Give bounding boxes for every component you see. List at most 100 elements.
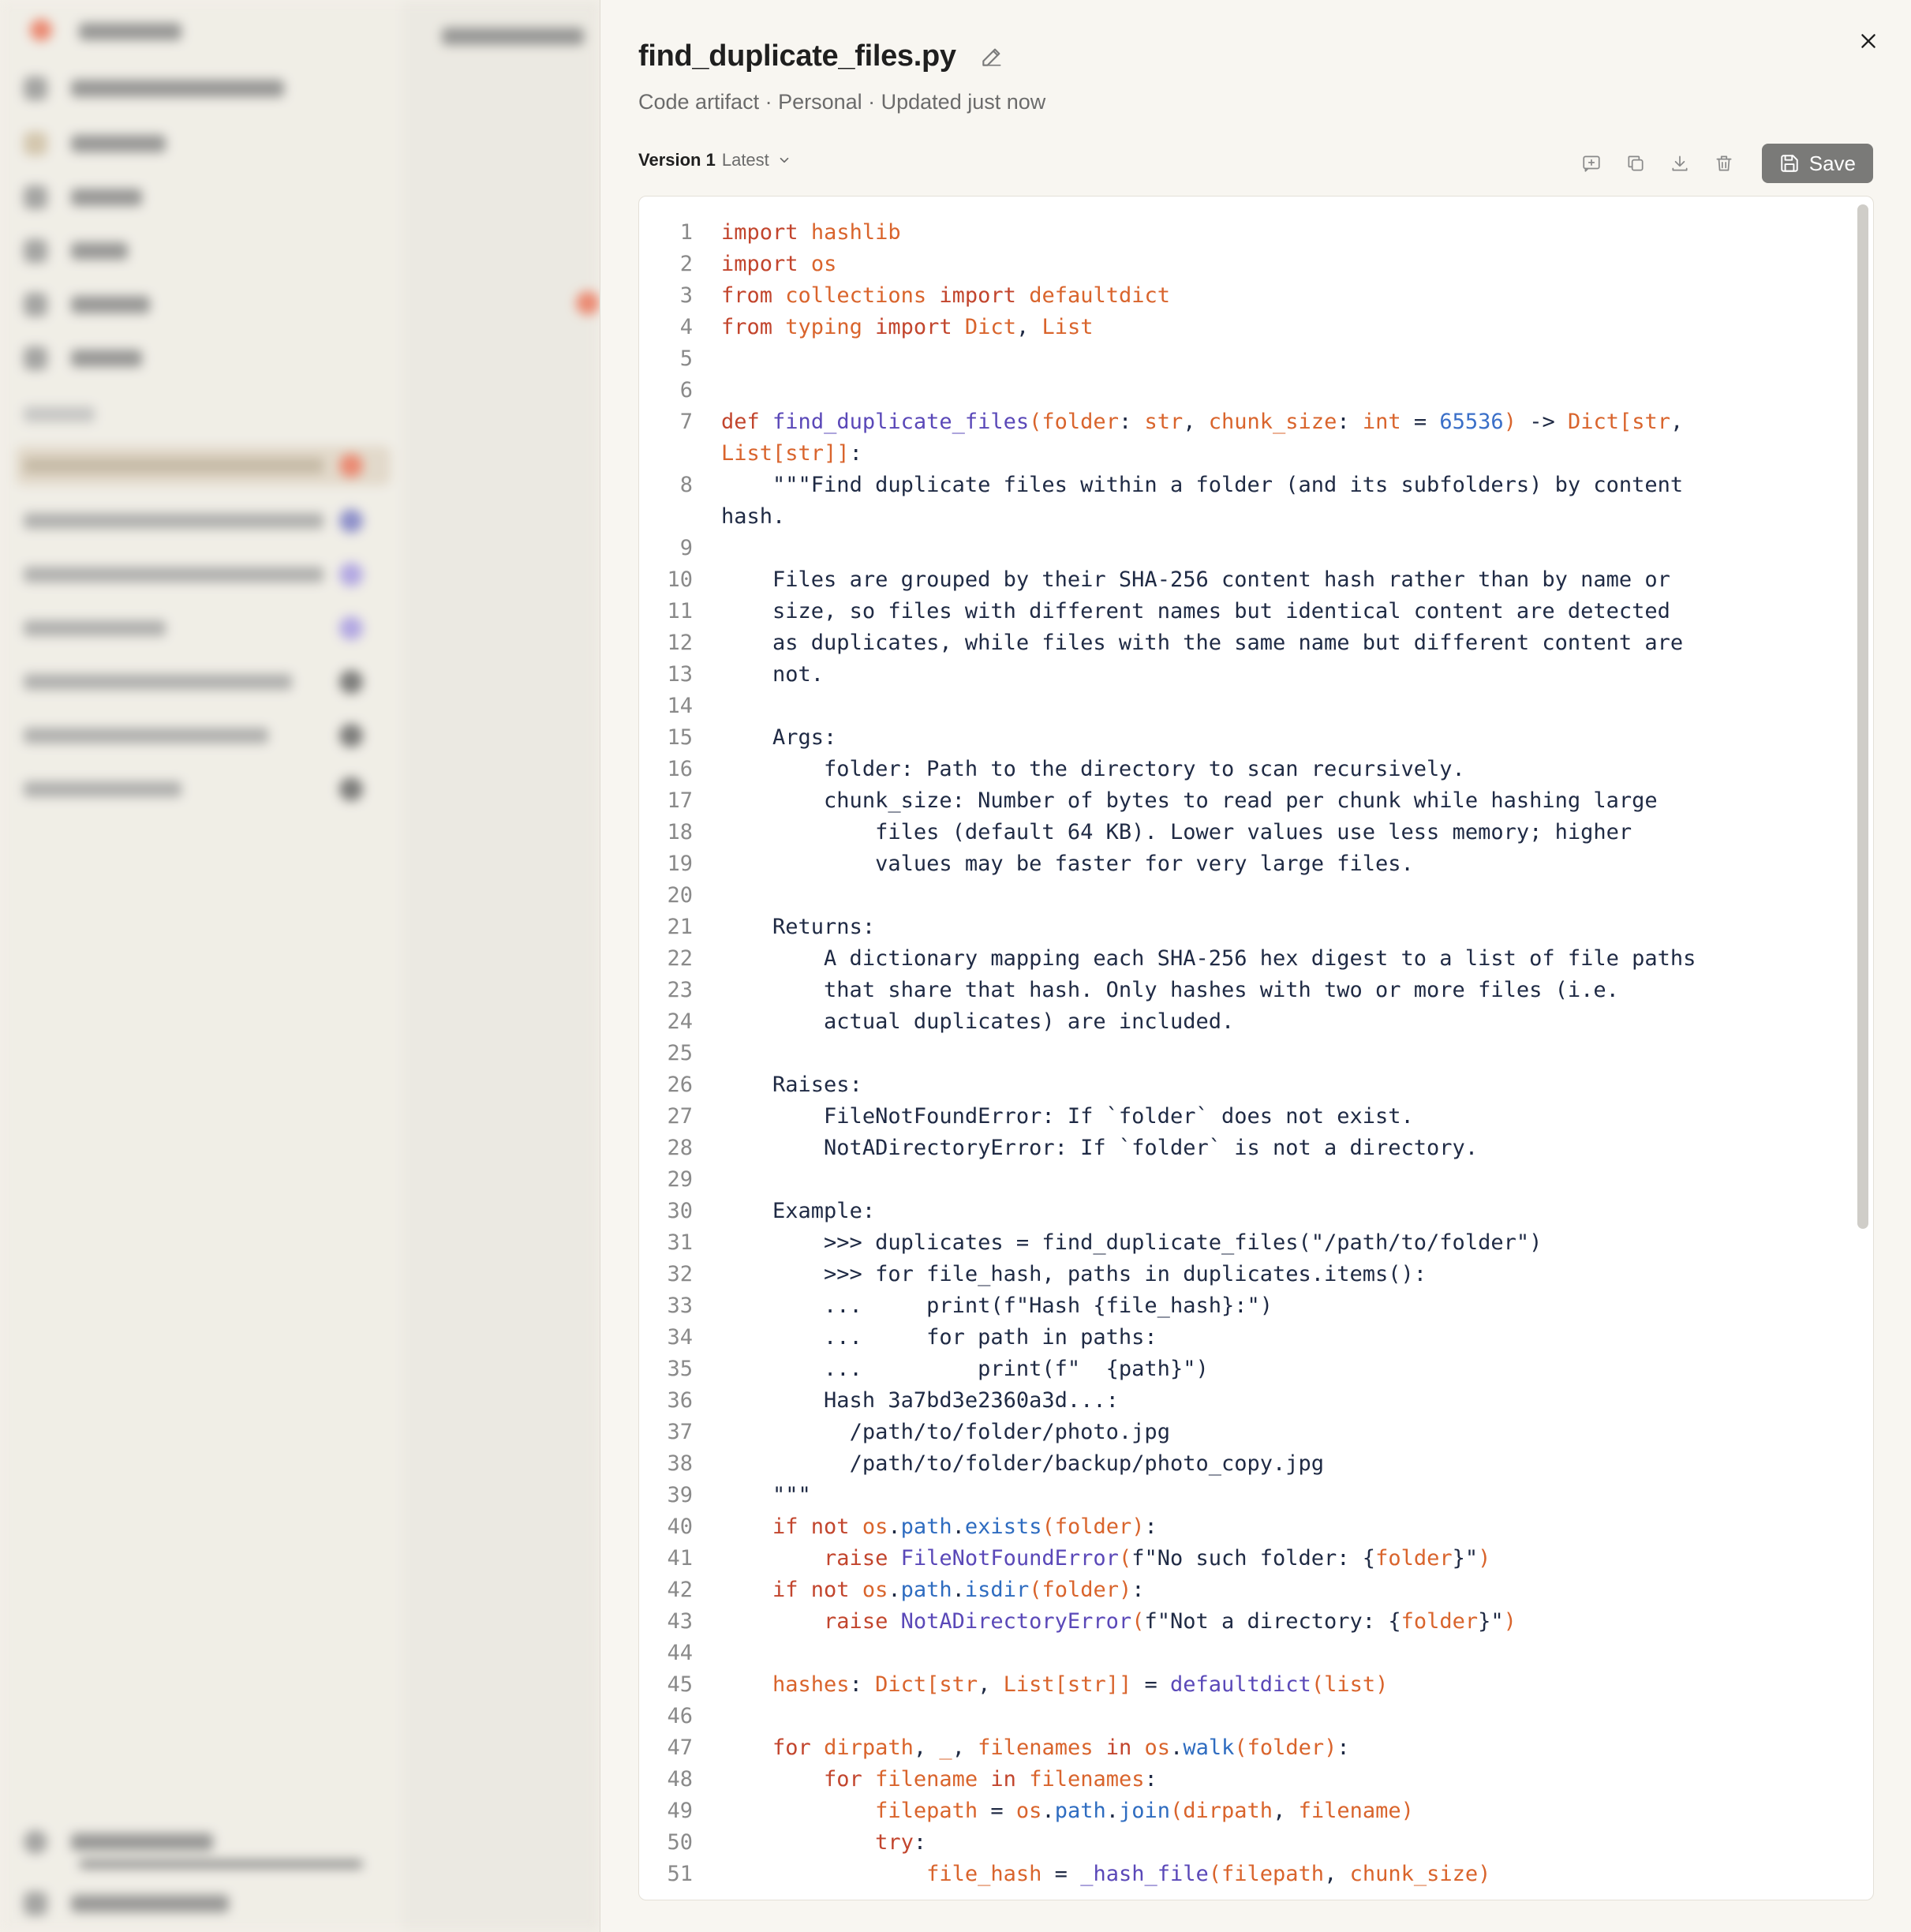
code-line: 19 values may be faster for very large f… — [639, 848, 1846, 880]
line-number: 48 — [667, 1767, 693, 1792]
delete-button[interactable] — [1708, 148, 1740, 179]
line-text — [693, 1038, 1829, 1069]
trash-icon — [1716, 155, 1732, 171]
code-line: 14 — [639, 691, 1846, 722]
save-button[interactable]: Save — [1761, 144, 1873, 183]
line-text: >>> duplicates = find_duplicate_files("/… — [721, 1230, 1543, 1255]
line-number: 20 — [667, 883, 693, 908]
line-number: 25 — [667, 1041, 693, 1065]
line-text: Hash 3a7bd3e2360a3d...: — [721, 1388, 1119, 1413]
code-line: 30 Example: — [639, 1196, 1846, 1227]
code-line: 41 raise FileNotFoundError(f"No such fol… — [639, 1543, 1846, 1574]
line-text: folder: Path to the directory to scan re… — [721, 757, 1465, 781]
line-number: 46 — [667, 1704, 693, 1728]
line-text: that share that hash. Only hashes with t… — [721, 978, 1619, 1002]
line-number: 32 — [667, 1262, 693, 1286]
line-text: Example: — [721, 1199, 876, 1223]
artifact-title: find_duplicate_files.py — [638, 39, 956, 73]
background-main — [402, 0, 600, 1932]
code-line: 38 /path/to/folder/backup/photo_copy.jpg — [639, 1448, 1846, 1480]
line-number: 15 — [667, 725, 693, 750]
line-text: actual duplicates) are included. — [721, 1009, 1235, 1034]
add-comment-icon — [1583, 155, 1600, 172]
line-text: >>> for file_hash, paths in duplicates.i… — [721, 1262, 1427, 1286]
app-logo — [30, 19, 52, 41]
line-text — [693, 533, 1829, 564]
line-text: Args: — [721, 725, 837, 750]
download-button[interactable] — [1664, 148, 1696, 179]
line-text: Returns: — [721, 915, 876, 939]
code-line: 49 filepath = os.path.join(dirpath, file… — [639, 1795, 1846, 1827]
pencil-icon[interactable] — [978, 43, 1005, 70]
code-line: 43 raise NotADirectoryError(f"Not a dire… — [639, 1606, 1846, 1638]
code-content[interactable]: 1 import hashlib 2 import os 3 from collectio… — [639, 217, 1846, 1890]
artifact-panel: find_duplicate_files.py Code artifact · … — [600, 0, 1911, 1932]
line-number: 27 — [667, 1104, 693, 1129]
line-number: 24 — [667, 1009, 693, 1034]
line-number: 34 — [667, 1325, 693, 1350]
line-text: A dictionary mapping each SHA-256 hex di… — [721, 946, 1696, 971]
line-number: 14 — [667, 694, 693, 718]
line-text: Raises: — [721, 1073, 862, 1097]
version-selector[interactable]: Version 1 Latest — [638, 150, 791, 170]
code-line: 23 that share that hash. Only hashes wit… — [639, 975, 1846, 1006]
line-text: """ — [721, 1483, 811, 1507]
line-number: 49 — [667, 1799, 693, 1823]
copy-button[interactable] — [1620, 148, 1651, 179]
line-text: """Find duplicate files within a folder … — [721, 473, 1684, 529]
code-line: 5 — [639, 343, 1846, 375]
code-line: 12 as duplicates, while files with the s… — [639, 627, 1846, 659]
line-text: not. — [721, 662, 825, 687]
line-number: 28 — [667, 1136, 693, 1160]
code-line: 9 — [639, 533, 1846, 564]
code-line: 20 — [639, 880, 1846, 912]
code-line: 24 actual duplicates) are included. — [639, 1006, 1846, 1038]
line-text: size, so files with different names but … — [721, 599, 1670, 623]
line-number: 22 — [667, 946, 693, 971]
code-line: 50 try: — [639, 1827, 1846, 1859]
code-line: 29 — [639, 1164, 1846, 1196]
code-line: 2 import os — [639, 249, 1846, 280]
code-line: 32 >>> for file_hash, paths in duplicate… — [639, 1259, 1846, 1290]
add-comment-button[interactable] — [1576, 148, 1607, 179]
line-text: as duplicates, while files with the same… — [721, 631, 1684, 655]
line-text: for dirpath, _, filenames in os.walk(fol… — [772, 1735, 1350, 1760]
line-number: 6 — [679, 378, 693, 402]
code-line: 17 chunk_size: Number of bytes to read p… — [639, 785, 1846, 817]
line-text: raise NotADirectoryError(f"Not a directo… — [824, 1609, 1516, 1634]
vertical-scrollbar[interactable] — [1857, 204, 1868, 1229]
code-line: 45 hashes: Dict[str, List[str]] = defaul… — [639, 1669, 1846, 1701]
line-number: 4 — [679, 315, 693, 339]
code-line: 11 size, so files with different names b… — [639, 596, 1846, 627]
line-text: ... print(f"Hash {file_hash}:") — [721, 1294, 1273, 1318]
code-line: 39 """ — [639, 1480, 1846, 1511]
line-number: 23 — [667, 978, 693, 1002]
line-number: 13 — [667, 662, 693, 687]
title-row: find_duplicate_files.py — [638, 39, 1005, 73]
line-number: 50 — [667, 1830, 693, 1855]
line-text: for filename in filenames: — [824, 1767, 1157, 1792]
line-text: files (default 64 KB). Lower values use … — [721, 820, 1632, 844]
line-text: hashes: Dict[str, List[str]] = defaultdi… — [772, 1672, 1389, 1697]
line-text: import os — [721, 252, 837, 276]
code-line: 16 folder: Path to the directory to scan… — [639, 754, 1846, 785]
line-text — [693, 1638, 1829, 1669]
line-text: if not os.path.exists(folder): — [772, 1515, 1157, 1539]
code-line: 33 ... print(f"Hash {file_hash}:") — [639, 1290, 1846, 1322]
background-sidebar — [0, 0, 402, 1932]
code-line: 27 FileNotFoundError: If `folder` does n… — [639, 1101, 1846, 1133]
close-button[interactable] — [1853, 25, 1884, 57]
line-number: 26 — [667, 1073, 693, 1097]
code-line: 31 >>> duplicates = find_duplicate_files… — [639, 1227, 1846, 1259]
line-text: /path/to/folder/photo.jpg — [721, 1420, 1170, 1444]
line-number: 19 — [667, 852, 693, 876]
line-text: raise FileNotFoundError(f"No such folder… — [824, 1546, 1491, 1571]
line-text: filepath = os.path.join(dirpath, filenam… — [875, 1799, 1414, 1823]
line-text: chunk_size: Number of bytes to read per … — [721, 788, 1658, 813]
line-number: 38 — [667, 1451, 693, 1476]
code-line: 22 A dictionary mapping each SHA-256 hex… — [639, 943, 1846, 975]
line-text: FileNotFoundError: If `folder` does not … — [721, 1104, 1414, 1129]
line-number: 43 — [667, 1609, 693, 1634]
artifact-subtitle: Code artifact · Personal · Updated just … — [638, 90, 1046, 114]
code-viewer[interactable]: 1 import hashlib 2 import os 3 from collectio… — [638, 196, 1874, 1900]
